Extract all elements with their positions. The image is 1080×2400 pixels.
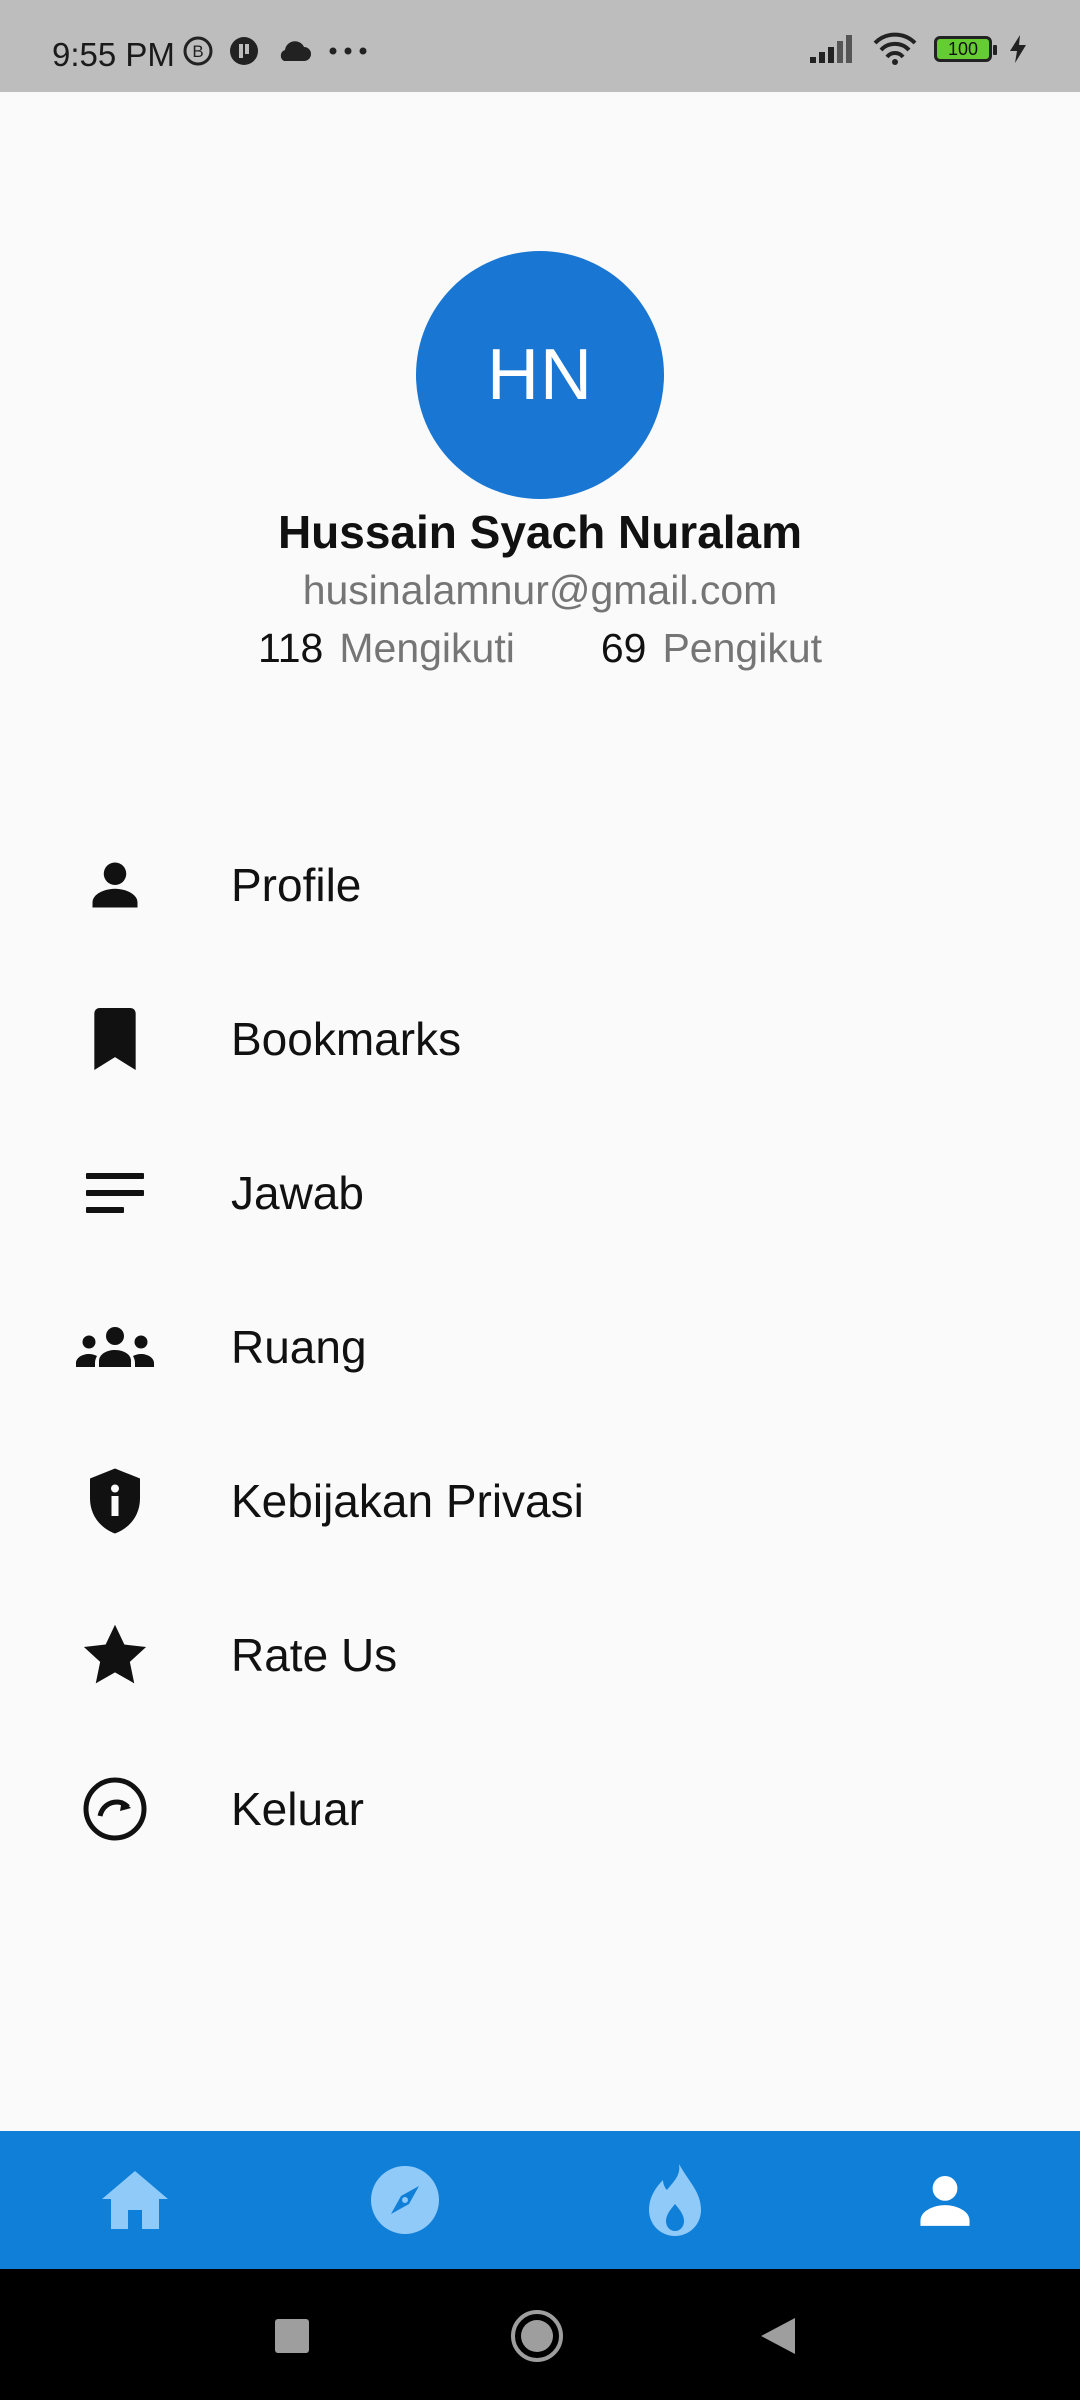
recent-apps-button[interactable] (257, 2301, 327, 2371)
charging-icon (1010, 35, 1026, 63)
menu-item-keluar[interactable]: Keluar (0, 1732, 1080, 1886)
followers-stat[interactable]: 69 Pengikut (601, 625, 822, 672)
home-button[interactable] (502, 2301, 572, 2371)
status-bar: 9:55 PM B 100 (0, 0, 1080, 92)
menu-item-jawab[interactable]: Jawab (0, 1116, 1080, 1270)
nav-explore[interactable] (345, 2140, 465, 2260)
cloud-icon (280, 41, 311, 61)
profile-menu: Profile Bookmarks Jawab Ruang Kebijakan … (0, 808, 1080, 1886)
nav-profile[interactable] (885, 2140, 1005, 2260)
status-right-icons: 100 (808, 32, 1028, 66)
menu-label-profile: Profile (231, 859, 362, 911)
svg-text:B: B (192, 42, 203, 61)
menu-item-bookmarks[interactable]: Bookmarks (0, 962, 1080, 1116)
circle-icon (511, 2310, 563, 2362)
menu-label-ruang: Ruang (231, 1321, 367, 1373)
wifi-icon (873, 32, 917, 65)
followers-count: 69 (600, 625, 647, 671)
followers-label: Pengikut (662, 625, 823, 671)
star-icon (74, 1614, 156, 1696)
person-icon (920, 2175, 970, 2226)
follow-stats: 118 Mengikuti 69 Pengikut (0, 625, 1080, 672)
system-nav-bar (0, 2269, 1080, 2400)
pause-circle-icon (230, 37, 258, 65)
following-stat[interactable]: 118 Mengikuti (258, 625, 515, 672)
nav-home[interactable] (75, 2140, 195, 2260)
menu-label-rate-us: Rate Us (231, 1629, 398, 1681)
menu-label-keluar: Keluar (231, 1783, 364, 1835)
lines-icon (74, 1152, 156, 1234)
b-badge-icon: B (183, 36, 213, 66)
menu-label-kebijakan-privasi: Kebijakan Privasi (231, 1475, 584, 1527)
back-button[interactable] (743, 2301, 813, 2371)
menu-item-profile[interactable]: Profile (0, 808, 1080, 962)
logout-circle-icon (74, 1768, 156, 1850)
menu-label-jawab: Jawab (231, 1167, 364, 1219)
menu-item-rate-us[interactable]: Rate Us (0, 1578, 1080, 1732)
group-icon (74, 1306, 156, 1388)
triangle-back-icon (761, 2318, 795, 2354)
nav-trending[interactable] (615, 2140, 735, 2260)
home-icon (102, 2171, 168, 2229)
bottom-nav (0, 2131, 1080, 2269)
menu-item-ruang[interactable]: Ruang (0, 1270, 1080, 1424)
person-icon (74, 844, 156, 926)
shield-info-icon (74, 1460, 156, 1542)
user-email: husinalamnur@gmail.com (302, 567, 778, 613)
compass-icon (371, 2166, 439, 2234)
following-count: 118 (257, 625, 324, 671)
status-time: 9:55 PM (52, 36, 175, 73)
bookmark-icon (74, 998, 156, 1080)
square-icon (275, 2319, 309, 2353)
menu-item-kebijakan-privasi[interactable]: Kebijakan Privasi (0, 1424, 1080, 1578)
signal-icon (810, 35, 852, 63)
following-label: Mengikuti (339, 625, 515, 671)
fire-icon (649, 2164, 701, 2236)
more-dots-icon (329, 47, 367, 55)
battery-icon: 100 (934, 36, 997, 62)
menu-label-bookmarks: Bookmarks (231, 1013, 462, 1065)
avatar-initials: HN (487, 335, 593, 415)
status-left-icons: B (182, 35, 370, 67)
user-name: Hussain Syach Nuralam (277, 506, 803, 558)
avatar: HN (416, 251, 664, 499)
